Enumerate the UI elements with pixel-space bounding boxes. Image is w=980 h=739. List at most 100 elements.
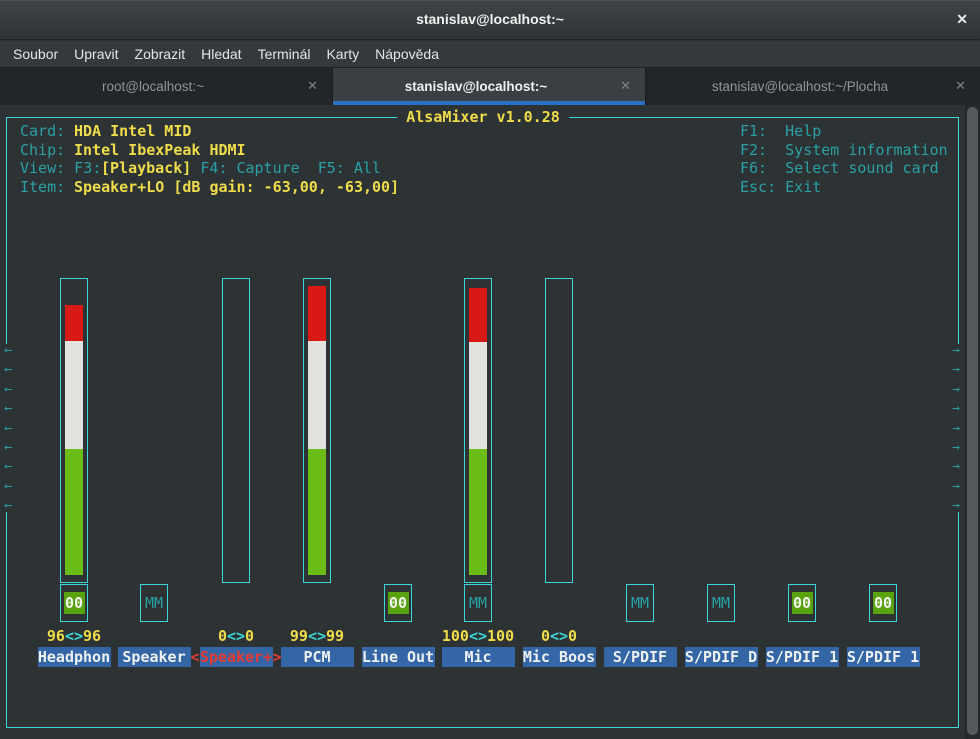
terminal-screen[interactable]: AlsaMixer v1.0.28 Card:HDA Intel MID Chi…	[0, 105, 980, 739]
mixer-control-headphone[interactable]: 00 96<>96 Headphon	[29, 278, 119, 668]
mixer-control-spdif-1a[interactable]: 00 S/PDIF 1	[757, 278, 847, 668]
channel-label-spdif-1b[interactable]: S/PDIF 1	[847, 647, 920, 667]
mixer-control-pcm[interactable]: 99<>99 PCM	[272, 278, 362, 668]
tab-close-icon[interactable]: ✕	[307, 78, 318, 94]
channel-label-line-out[interactable]: Line Out	[362, 647, 435, 667]
volume-values-mic-boost: 0<>0	[514, 627, 604, 646]
terminal-window: stanislav@localhost:~ ✕ Soubor Upravit Z…	[0, 0, 980, 739]
tabbar: root@localhost:~ ✕ stanislav@localhost:~…	[0, 68, 980, 105]
tab-close-icon[interactable]: ✕	[955, 78, 966, 94]
tab-stanislav-localhost[interactable]: stanislav@localhost:~ ✕	[333, 68, 646, 105]
titlebar[interactable]: stanislav@localhost:~ ✕	[0, 0, 980, 40]
menu-item-upravit[interactable]: Upravit	[66, 41, 126, 68]
mixer-control-speaker-lo[interactable]: 0<>0 <Speaker+>	[191, 278, 281, 668]
volume-values-headphone: 96<>96	[29, 627, 119, 646]
mute-state: 00	[388, 592, 409, 614]
mute-indicator-spdif-d[interactable]: MM	[707, 584, 735, 622]
mute-indicator-headphone[interactable]: 00	[60, 584, 88, 622]
left-arrow-icon: ←	[4, 499, 12, 512]
window-close-icon[interactable]: ✕	[956, 11, 968, 28]
left-arrow-icon: ←	[4, 383, 12, 396]
mute-indicator-spdif-1b[interactable]: 00	[869, 584, 897, 622]
volume-bar-mic[interactable]	[464, 278, 492, 583]
menu-item-zobrazit[interactable]: Zobrazit	[127, 41, 194, 68]
mixer-control-spdif[interactable]: MM S/PDIF	[595, 278, 685, 668]
mixer-control-mic[interactable]: MM 100<>100 Mic	[433, 278, 523, 668]
menu-item-karty[interactable]: Karty	[318, 41, 367, 68]
mute-state: 00	[64, 592, 85, 614]
channel-label-spdif-d[interactable]: S/PDIF D	[685, 647, 758, 667]
mute-indicator-speaker[interactable]: MM	[140, 584, 168, 622]
mixer-control-spdif-1b[interactable]: 00 S/PDIF 1	[838, 278, 928, 668]
scroll-right-arrows: → → → → → → → → →	[948, 344, 964, 512]
tab-title: stanislav@localhost:~	[405, 79, 548, 94]
volume-bar-headphone[interactable]	[60, 278, 88, 583]
terminal-scrollbar[interactable]	[965, 105, 980, 739]
volume-bar-mic-boost[interactable]	[545, 278, 573, 583]
alsamixer-title: AlsaMixer v1.0.28	[397, 108, 569, 126]
mute-state: MM	[627, 585, 653, 621]
menu-item-soubor[interactable]: Soubor	[5, 41, 66, 68]
help-f2: F2: System information	[740, 141, 948, 160]
left-arrow-icon: ←	[4, 480, 12, 493]
menu-item-terminal[interactable]: Terminál	[250, 41, 319, 68]
menubar: Soubor Upravit Zobrazit Hledat Terminál …	[0, 41, 980, 68]
channel-label-speaker-lo[interactable]: Speaker+	[200, 647, 273, 667]
bar-segment-green	[65, 449, 83, 575]
left-arrow-icon: ←	[4, 441, 12, 454]
menu-item-napoveda[interactable]: Nápověda	[367, 41, 447, 68]
mute-indicator-spdif-1a[interactable]: 00	[788, 584, 816, 622]
mixer-control-speaker[interactable]: MM Speaker	[109, 278, 199, 668]
mixer-control-mic-boost[interactable]: 0<>0 Mic Boos	[514, 278, 604, 668]
channel-label-mic-boost[interactable]: Mic Boos	[523, 647, 596, 667]
mixer-control-spdif-d[interactable]: MM S/PDIF D	[676, 278, 766, 668]
volume-values-speaker-lo: 0<>0	[191, 627, 281, 646]
mixer-control-line-out[interactable]: 00 Line Out	[353, 278, 443, 668]
left-arrow-icon: ←	[4, 422, 12, 435]
scrollbar-thumb[interactable]	[967, 107, 978, 735]
mute-state: 00	[792, 592, 813, 614]
mixer-info: Card:HDA Intel MID Chip:Intel IbexPeak H…	[20, 122, 399, 196]
bar-segment-red	[469, 288, 487, 342]
menu-item-hledat[interactable]: Hledat	[193, 41, 249, 68]
tab-root-localhost[interactable]: root@localhost:~ ✕	[0, 68, 333, 105]
mute-indicator-spdif[interactable]: MM	[626, 584, 654, 622]
tab-close-icon[interactable]: ✕	[620, 78, 631, 94]
scroll-left-arrows: ← ← ← ← ← ← ← ← ←	[0, 344, 16, 512]
help-f1: F1: Help	[740, 122, 948, 141]
right-arrow-icon: →	[952, 402, 960, 415]
right-arrow-icon: →	[952, 480, 960, 493]
channel-label-mic[interactable]: Mic	[442, 647, 515, 667]
left-arrow-icon: ←	[4, 344, 12, 357]
tab-title: root@localhost:~	[102, 79, 204, 94]
right-arrow-icon: →	[952, 460, 960, 473]
right-arrow-icon: →	[952, 383, 960, 396]
channel-label-pcm[interactable]: PCM	[281, 647, 354, 667]
tab-stanislav-plocha[interactable]: stanislav@localhost:~/Plocha ✕	[646, 68, 980, 105]
bar-segment-red	[65, 305, 83, 341]
right-arrow-icon: →	[952, 344, 960, 357]
volume-values-mic: 100<>100	[433, 627, 523, 646]
left-arrow-icon: ←	[4, 460, 12, 473]
info-view: View: F3:[Playback] F4: Capture F5: All	[20, 159, 399, 178]
help-esc: Esc: Exit	[740, 178, 948, 197]
mute-state: MM	[465, 585, 491, 621]
right-arrow-icon: →	[952, 422, 960, 435]
bar-segment-red	[308, 286, 326, 341]
bar-segment-white	[65, 341, 83, 449]
volume-bar-speaker-lo[interactable]	[222, 278, 250, 583]
mixer-help: F1: Help F2: System information F6: Sele…	[740, 122, 948, 196]
bar-segment-green	[308, 449, 326, 575]
channel-label-spdif-1a[interactable]: S/PDIF 1	[766, 647, 839, 667]
channel-label-headphone[interactable]: Headphon	[38, 647, 111, 667]
channel-label-spdif[interactable]: S/PDIF	[604, 647, 677, 667]
right-arrow-icon: →	[952, 363, 960, 376]
volume-bar-pcm[interactable]	[303, 278, 331, 583]
mute-indicator-line-out[interactable]: 00	[384, 584, 412, 622]
channel-label-speaker[interactable]: Speaker	[118, 647, 191, 667]
bar-segment-green	[469, 449, 487, 575]
info-item: Item:Speaker+LO [dB gain: -63,00, -63,00…	[20, 178, 399, 197]
selection-bracket-left: <	[190, 648, 199, 666]
left-arrow-icon: ←	[4, 402, 12, 415]
mute-indicator-mic[interactable]: MM	[464, 584, 492, 622]
